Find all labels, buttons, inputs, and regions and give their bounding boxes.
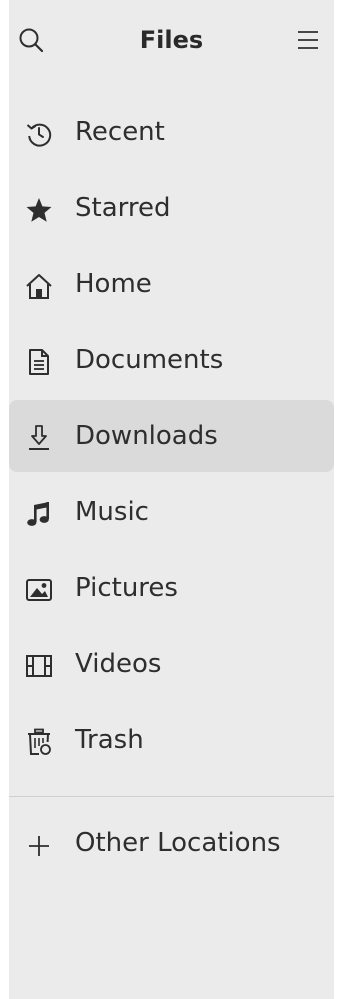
download-icon [25, 424, 53, 452]
clock-history-icon [25, 120, 53, 148]
sidebar-item-label: Starred [75, 193, 171, 223]
film-icon [25, 652, 53, 680]
sidebar: Files Recent Starred Home Documents Down… [9, 0, 334, 999]
main-menu-button[interactable] [292, 24, 324, 56]
sidebar-item-label: Documents [75, 345, 224, 375]
picture-icon [25, 576, 53, 604]
search-icon [18, 27, 44, 53]
sidebar-item-pictures[interactable]: Pictures [9, 552, 334, 624]
sidebar-item-label: Downloads [75, 421, 218, 451]
sidebar-item-other-locations[interactable]: Other Locations [9, 810, 334, 882]
sidebar-item-label: Recent [75, 117, 165, 147]
trash-icon [25, 728, 53, 756]
home-icon [25, 272, 53, 300]
sidebar-item-label: Pictures [75, 573, 178, 603]
sidebar-item-home[interactable]: Home [9, 248, 334, 320]
sidebar-item-music[interactable]: Music [9, 476, 334, 548]
sidebar-item-label: Videos [75, 649, 162, 679]
sidebar-separator [9, 796, 334, 797]
document-icon [25, 348, 53, 376]
star-icon [25, 196, 53, 224]
music-note-icon [25, 500, 53, 528]
sidebar-item-starred[interactable]: Starred [9, 172, 334, 244]
sidebar-item-trash[interactable]: Trash [9, 704, 334, 776]
sidebar-item-videos[interactable]: Videos [9, 628, 334, 700]
sidebar-item-downloads[interactable]: Downloads [9, 400, 334, 472]
sidebar-item-label: Music [75, 497, 149, 527]
sidebar-item-label: Trash [75, 725, 144, 755]
places-list: Recent Starred Home Documents Downloads … [9, 96, 334, 780]
sidebar-item-documents[interactable]: Documents [9, 324, 334, 396]
app-title: Files [139, 26, 204, 54]
sidebar-item-recent[interactable]: Recent [9, 96, 334, 168]
search-button[interactable] [15, 24, 47, 56]
sidebar-item-label: Other Locations [75, 828, 281, 858]
hamburger-menu-icon [297, 30, 319, 50]
sidebar-item-label: Home [75, 269, 152, 299]
plus-icon [25, 832, 53, 860]
sidebar-header: Files [9, 0, 334, 84]
